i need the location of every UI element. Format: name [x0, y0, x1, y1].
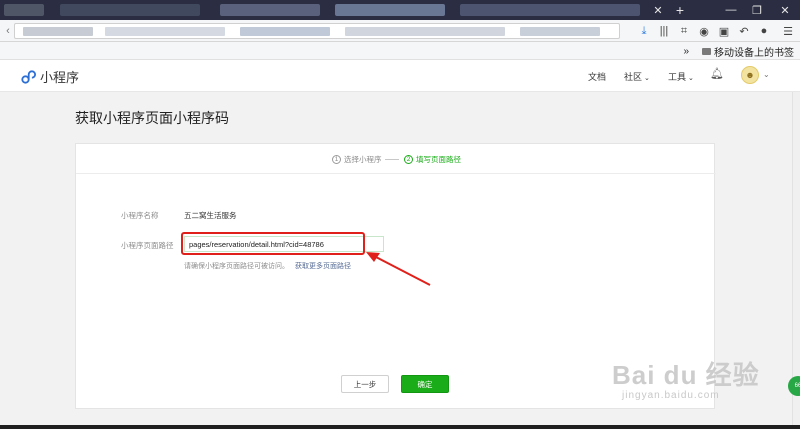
miniprogram-name-value: 五二窝生活服务 — [184, 211, 237, 220]
chat-icon[interactable]: ◉ — [696, 23, 712, 39]
mobile-bookmarks[interactable]: » 移动设备上的书签 — [683, 44, 794, 59]
url-blurred — [23, 27, 93, 36]
step-2: 2 填写页面路径 — [404, 154, 461, 165]
minimize-icon[interactable]: — — [718, 0, 744, 20]
bookmarks-bar: » 移动设备上的书签 — [0, 42, 800, 60]
address-bar[interactable] — [14, 23, 620, 39]
tab-blurred[interactable] — [460, 4, 640, 16]
step-label: 选择小程序 — [344, 155, 382, 164]
nav-community[interactable]: 社区 ⌄ — [624, 70, 650, 83]
step-1: 1 选择小程序 — [332, 154, 382, 165]
path-hint: 请确保小程序页面路径可被访问。 获取更多页面路径 — [184, 261, 351, 271]
browser-toolbar: ‹ ⤓ ||| ⌗ ◉ ▣ ↶ ● ☰ — [0, 20, 800, 42]
logo-text: 小程序 — [40, 70, 80, 85]
folder-icon — [702, 48, 711, 55]
step-indicator: 1 选择小程序 2 填写页面路径 — [76, 144, 716, 174]
watermark-url: jingyan.baidu.com — [622, 390, 720, 401]
url-blurred — [520, 27, 600, 36]
new-tab-button[interactable]: + — [667, 0, 693, 20]
nav-tools-label: 工具 — [668, 72, 687, 82]
annotation-highlight-box — [181, 232, 365, 255]
taskbar — [0, 425, 800, 429]
logo[interactable]: 小程序 — [20, 67, 79, 86]
step-label: 填写页面路径 — [416, 155, 461, 164]
close-window-icon[interactable]: ✕ — [772, 0, 798, 20]
tab-blurred[interactable] — [335, 4, 445, 16]
step-number: 1 — [332, 155, 341, 164]
url-blurred — [240, 27, 330, 36]
annotation-arrow — [366, 252, 431, 286]
hint-text: 请确保小程序页面路径可被访问。 — [184, 263, 289, 270]
step-number: 2 — [404, 155, 413, 164]
more-paths-link[interactable]: 获取更多页面路径 — [295, 263, 351, 270]
chevron-down-icon: ⌄ — [642, 75, 650, 82]
nav-docs[interactable]: 文档 — [588, 70, 606, 83]
nav-tools[interactable]: 工具 ⌄ — [668, 70, 694, 83]
step-connector — [385, 159, 399, 160]
sidebar-icon[interactable]: ▣ — [716, 23, 732, 39]
url-blurred — [105, 27, 225, 36]
miniprogram-name-label: 小程序名称 — [121, 211, 159, 220]
bell-icon[interactable]: 🔔︎ — [710, 67, 724, 80]
tab-blurred[interactable] — [4, 4, 44, 16]
prev-step-button[interactable]: 上一步 — [341, 375, 389, 393]
undo-icon[interactable]: ↶ — [736, 23, 752, 39]
library-icon[interactable]: ||| — [656, 23, 672, 39]
confirm-button[interactable]: 确定 — [401, 375, 449, 393]
chevron-down-icon: ⌄ — [686, 75, 694, 82]
miniprogram-logo-icon — [21, 69, 36, 84]
download-icon[interactable]: ⤓ — [636, 23, 652, 39]
floating-widget-icon[interactable]: 66 — [788, 376, 800, 396]
menu-icon[interactable]: ☰ — [780, 23, 796, 39]
browser-tab-bar: ✕ + — ❐ ✕ — [0, 0, 800, 20]
site-header: 小程序 文档 社区 ⌄ 工具 ⌄ 🔔︎ ☻ ⌄ — [0, 60, 800, 92]
nav-community-label: 社区 — [624, 72, 643, 82]
account-icon[interactable]: ● — [756, 23, 772, 39]
chevron-down-icon[interactable]: ⌄ — [763, 70, 770, 79]
crop-icon[interactable]: ⌗ — [676, 23, 692, 39]
url-blurred — [345, 27, 505, 36]
page-title: 获取小程序页面小程序码 — [75, 110, 229, 126]
watermark-logo: Bai du 经验 — [612, 360, 760, 390]
page-path-label: 小程序页面路径 — [121, 241, 174, 250]
bookmark-label: 移动设备上的书签 — [714, 48, 794, 59]
tab-blurred[interactable] — [60, 4, 200, 16]
restore-icon[interactable]: ❐ — [744, 0, 770, 20]
tab-blurred[interactable] — [220, 4, 320, 16]
avatar[interactable]: ☻ — [741, 66, 759, 84]
overflow-chevron-icon[interactable]: » — [683, 46, 689, 57]
